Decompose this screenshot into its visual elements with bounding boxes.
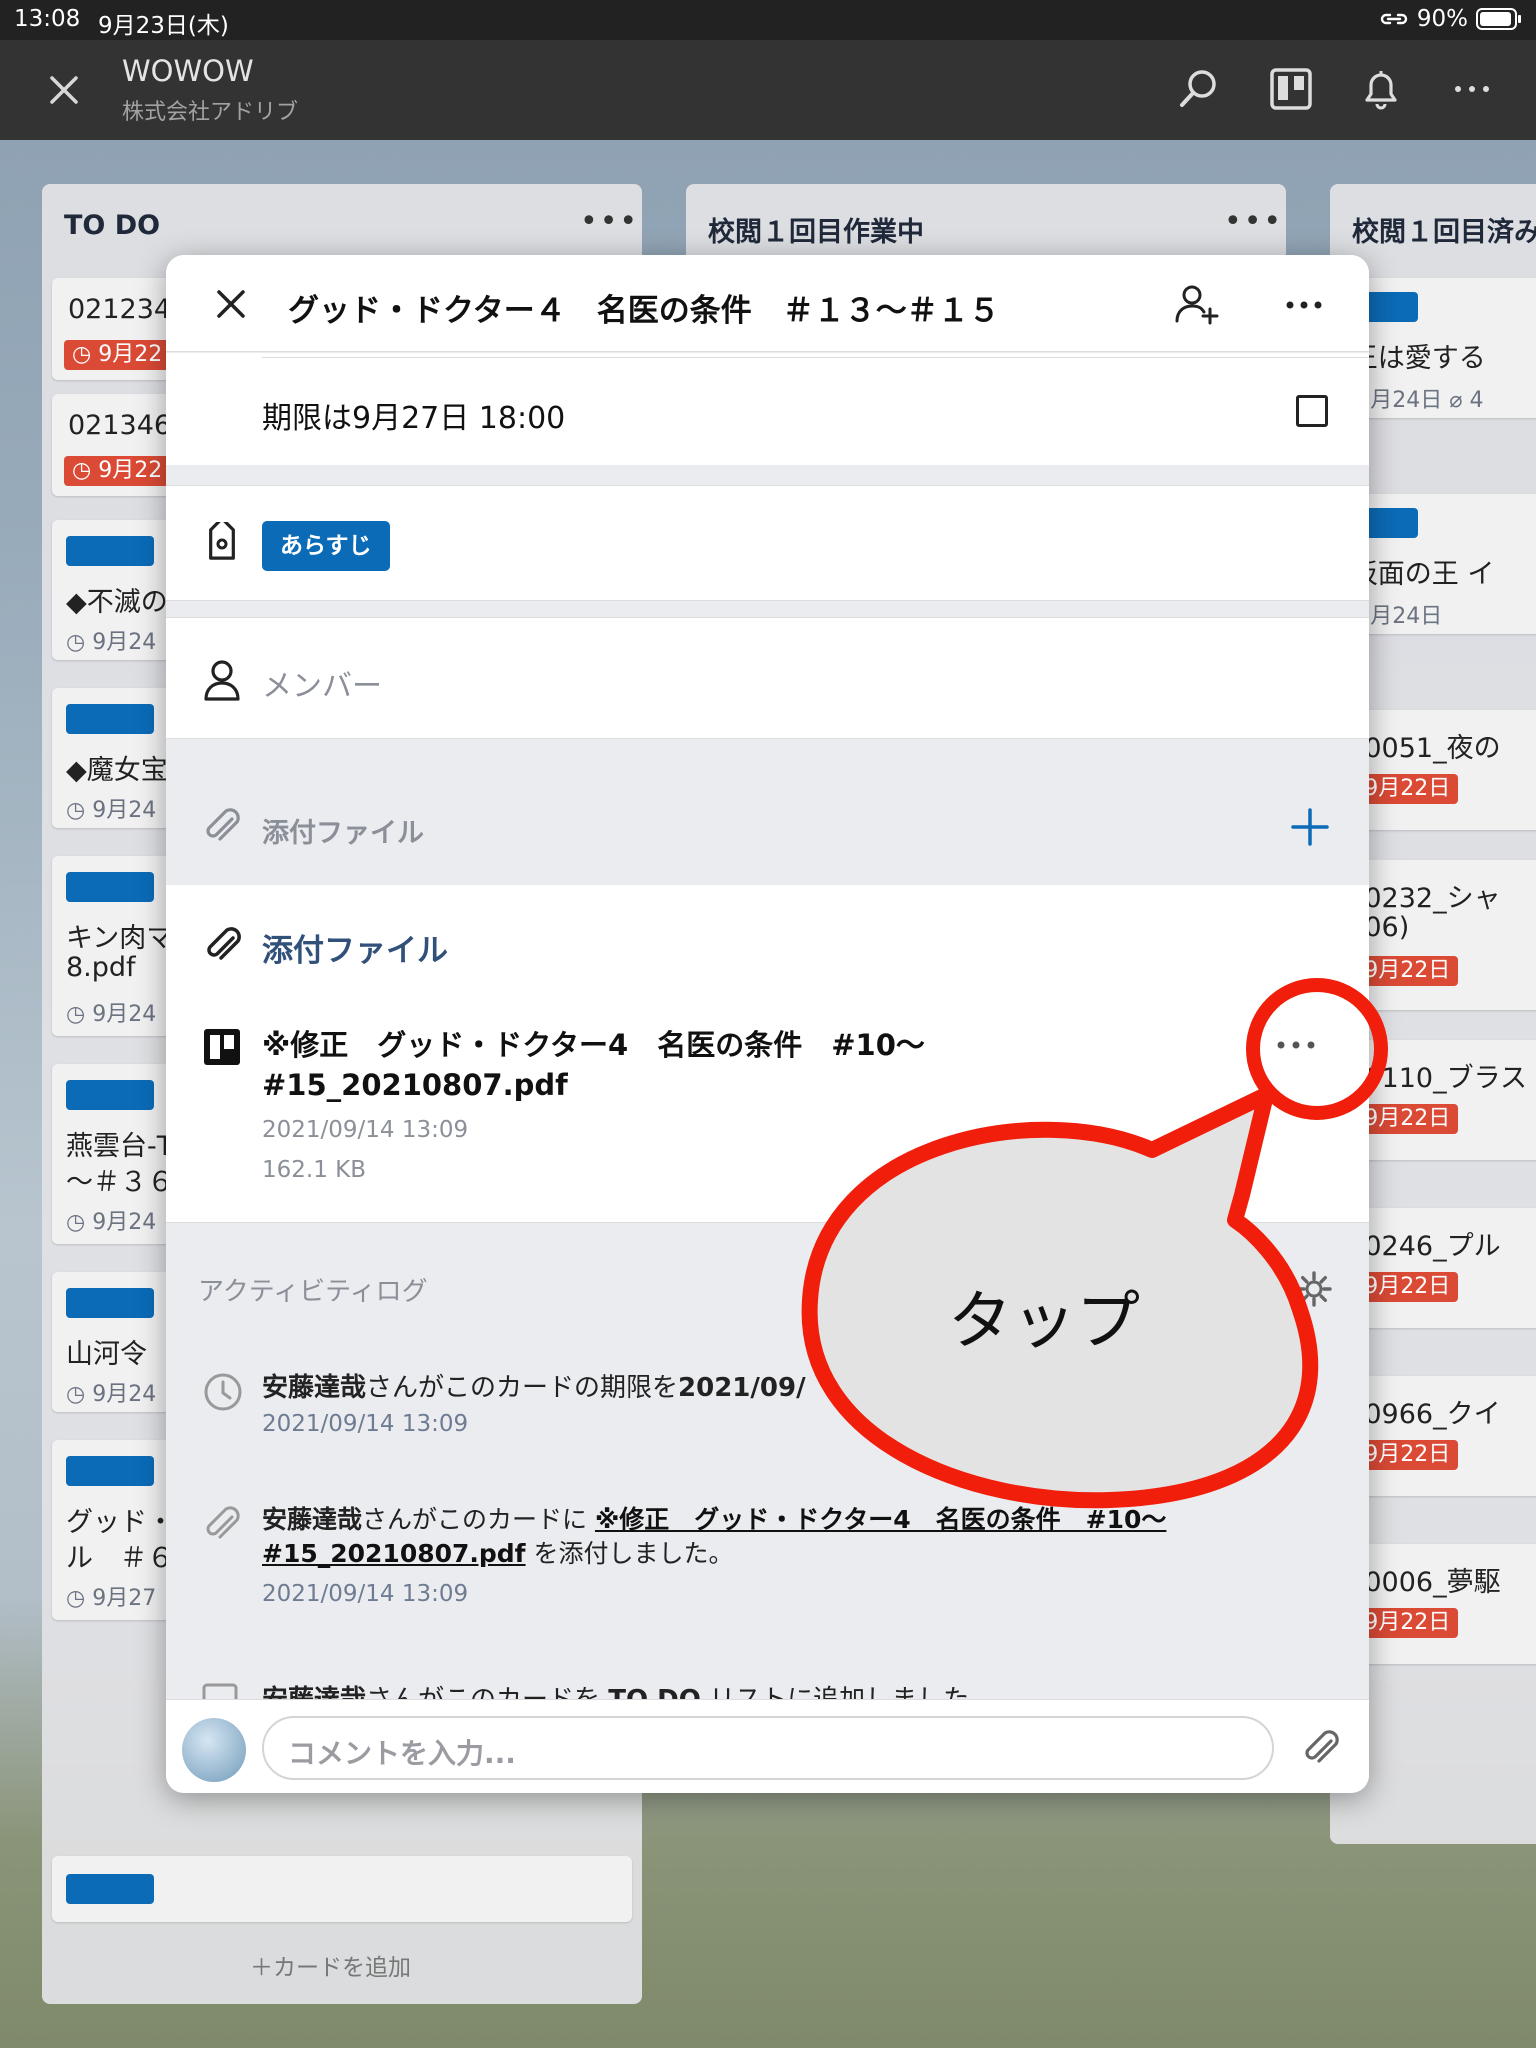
activity-text: を添付しました。	[525, 1539, 734, 1568]
activity-list-name: TO DO	[608, 1685, 701, 1699]
activity-item: 安藤達哉さんがこのカードの期限を2021/09/	[262, 1367, 806, 1404]
attachment-add-row: 添付ファイル	[166, 757, 1369, 883]
label-tag	[66, 1874, 154, 1904]
callout-text: タップ	[948, 1285, 1140, 1359]
status-bar: 13:08 9月23日(木) 90%	[0, 0, 1536, 40]
search-icon[interactable]	[1176, 66, 1222, 112]
comment-bar: コメントを入力...	[166, 1699, 1369, 1793]
label-tag	[66, 872, 154, 902]
due-badge: ◷ 9月22	[64, 340, 171, 370]
list-item[interactable]	[52, 1856, 632, 1922]
status-date: 9月23日(木)	[98, 13, 229, 39]
more-icon[interactable]	[1452, 66, 1492, 112]
card-date: ◷ 9月24	[66, 630, 157, 655]
activity-text: さんがこのカードを	[366, 1685, 608, 1699]
activity-text: さんがこのカードの期限を	[366, 1373, 679, 1403]
activity-time: 2021/09/14 13:09	[262, 1581, 469, 1607]
card-title: 山河令	[66, 1339, 147, 1370]
due-date-text: 期限は9月27日 18:00	[262, 401, 566, 436]
comment-input[interactable]: コメントを入力...	[262, 1716, 1274, 1780]
card-title: 燕雲台-T	[66, 1131, 174, 1162]
clock-icon	[204, 1373, 242, 1411]
battery-icon	[1476, 8, 1521, 30]
link-icon	[1380, 13, 1408, 25]
due-complete-checkbox[interactable]	[1296, 395, 1328, 427]
comment-placeholder: コメントを入力...	[288, 1737, 516, 1770]
board-title: WOWOW	[122, 54, 254, 88]
add-member-icon[interactable]	[1174, 283, 1220, 325]
member-icon	[204, 660, 240, 701]
attachment-add-label: 添付ファイル	[262, 818, 424, 849]
label-icon	[209, 522, 235, 560]
members-placeholder: メンバー	[262, 669, 382, 704]
list-menu-button[interactable]: •••	[580, 204, 639, 239]
card-title: ◆魔女宝	[66, 755, 168, 786]
paperclip-icon[interactable]	[1300, 1726, 1342, 1770]
due-badge: ◷ 9月22	[64, 456, 171, 486]
card-date: ◷ 9月24	[66, 798, 157, 823]
board-team: 株式会社アドリブ	[122, 100, 299, 125]
activity-user: 安藤達哉	[262, 1505, 363, 1534]
avatar[interactable]	[182, 1718, 246, 1782]
due-date-row[interactable]: 期限は9月27日 18:00	[166, 353, 1369, 465]
members-row[interactable]: メンバー	[166, 617, 1369, 739]
card-icon	[202, 1683, 238, 1699]
activity-user: 安藤達哉	[262, 1685, 366, 1699]
card-title: 021346	[68, 410, 172, 441]
status-right: 90%	[1379, 6, 1522, 32]
close-icon[interactable]	[212, 285, 250, 323]
add-card-button[interactable]: ＋カードを追加	[250, 1948, 411, 1982]
list-title: 校閲１回目作業中	[708, 217, 924, 248]
label-tag	[66, 1456, 154, 1486]
list-title: TO DO	[64, 210, 161, 241]
activity-text: さんがこのカードに	[362, 1505, 595, 1534]
paperclip-icon	[206, 808, 240, 841]
paperclip-icon	[206, 1506, 240, 1539]
paperclip-icon	[207, 927, 241, 960]
add-attachment-icon[interactable]	[1290, 807, 1330, 847]
more-icon[interactable]	[1284, 285, 1324, 325]
attachment-size: 162.1 KB	[262, 1157, 367, 1183]
label-tag	[66, 536, 154, 566]
label-chip[interactable]: あらすじ	[262, 521, 390, 571]
close-icon[interactable]	[44, 70, 84, 110]
card-title: グッド・ドクター４ 名医の条件 ＃１３～＃１５	[288, 293, 1000, 329]
app-bar: WOWOW 株式会社アドリブ	[0, 40, 1536, 140]
battery-percent: 90%	[1416, 6, 1468, 32]
card-date: ◷ 9月27	[66, 1586, 157, 1611]
activity-text: リストに追加しました。	[701, 1685, 995, 1699]
label-tag	[66, 704, 154, 734]
board-file-icon	[204, 1029, 240, 1065]
activity-time: 2021/09/14 13:09	[262, 1411, 469, 1437]
card-title-line2: ル ＃６	[66, 1543, 174, 1574]
modal-header: グッド・ドクター４ 名医の条件 ＃１３～＃１５	[166, 255, 1369, 352]
card-title-line2: 8.pdf	[66, 952, 136, 983]
card-title: 021234	[68, 294, 172, 325]
activity-heading: アクティビティログ	[198, 1277, 428, 1307]
card-title-line2: ～＃３６	[66, 1167, 174, 1198]
bell-icon[interactable]	[1358, 66, 1404, 112]
label-tag	[66, 1288, 154, 1318]
list-menu-button[interactable]: •••	[1224, 204, 1283, 239]
label-tag	[66, 1080, 154, 1110]
list-title: 校閲１回目済み	[1352, 217, 1536, 248]
attachments-heading: 添付ファイル	[262, 933, 448, 969]
activity-user: 安藤達哉	[262, 1373, 367, 1403]
card-title: キン肉マ	[66, 923, 174, 954]
attachment-link-line2[interactable]: #15_20210807.pdf	[262, 1539, 526, 1568]
card-date: ◷ 9月24	[66, 1382, 157, 1407]
attachment-date: 2021/09/14 13:09	[262, 1117, 469, 1143]
callout-highlight-circle	[1246, 978, 1388, 1120]
card-date: ◷ 9月24	[66, 1002, 157, 1027]
card-title: ◆不滅の	[66, 587, 168, 618]
card-title: グッド・	[66, 1507, 174, 1538]
labels-row[interactable]: あらすじ	[166, 485, 1369, 601]
activity-item: 安藤達哉さんがこのカードを TO DO リストに追加しました。	[262, 1679, 995, 1699]
card-date: ◷ 9月24	[66, 1210, 157, 1235]
board-view-icon[interactable]	[1268, 66, 1314, 112]
status-time: 13:08	[14, 6, 81, 32]
